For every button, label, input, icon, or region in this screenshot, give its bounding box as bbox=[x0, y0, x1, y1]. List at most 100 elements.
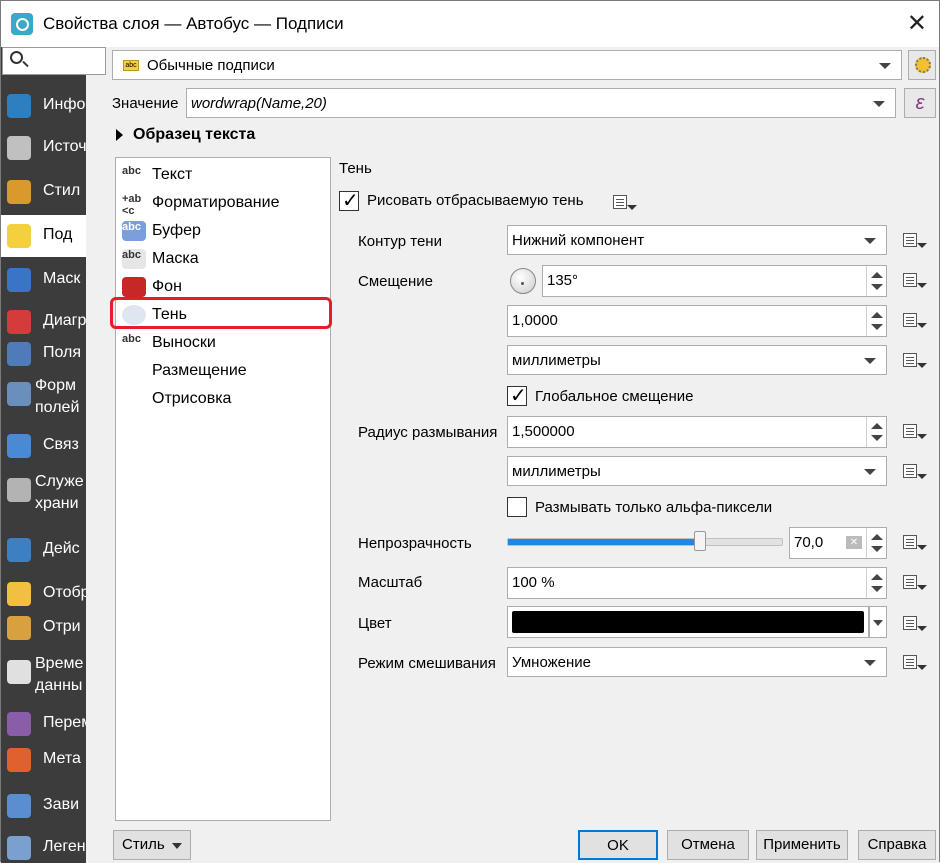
list-item[interactable]: abc Маска bbox=[118, 246, 328, 272]
list-item-icon: abc bbox=[122, 221, 146, 241]
blur-radius-spin[interactable]: 1,500000 bbox=[507, 416, 887, 448]
global-offset-checkbox[interactable] bbox=[507, 383, 527, 408]
blend-mode-combo[interactable]: Умножение bbox=[507, 647, 887, 677]
sidebar-item-9[interactable]: Служе храни bbox=[1, 469, 86, 511]
data-defined-override-icon[interactable] bbox=[901, 571, 927, 595]
sidebar-item-label: Мета bbox=[43, 750, 81, 767]
color-menu-button[interactable] bbox=[869, 606, 887, 638]
opacity-slider-fill bbox=[508, 539, 700, 545]
title-bar: Свойства слоя — Автобус — Подписи ✕ bbox=[1, 1, 939, 47]
style-icon bbox=[7, 180, 31, 204]
value-expression-text: wordwrap(Name,20) bbox=[191, 95, 327, 112]
expression-button[interactable]: ε bbox=[904, 88, 936, 118]
data-defined-override-icon[interactable] bbox=[901, 460, 927, 484]
blur-units-combo[interactable]: миллиметры bbox=[507, 456, 887, 486]
sidebar-item-label: Зави bbox=[43, 796, 79, 813]
sidebar-item-label: Време данны bbox=[35, 655, 84, 693]
rule-settings-button[interactable] bbox=[908, 50, 936, 80]
color-button[interactable] bbox=[507, 606, 869, 638]
sidebar-item-label: Леген bbox=[43, 838, 86, 855]
list-item[interactable]: abc Текст bbox=[118, 162, 328, 188]
sidebar-item-17[interactable]: Леген bbox=[1, 827, 86, 863]
data-defined-override-icon[interactable] bbox=[611, 191, 637, 215]
list-item[interactable]: abc Буфер bbox=[118, 218, 328, 244]
list-item-icon: abc bbox=[122, 249, 146, 269]
offset-angle-spin[interactable]: 135° bbox=[542, 265, 887, 297]
list-item[interactable]: abc Выноски bbox=[118, 330, 328, 356]
sidebar-item-12[interactable]: Отри bbox=[1, 607, 86, 649]
settings-list: abc Текст +ab <c Форматирование abc Буфер abc М… bbox=[115, 157, 331, 821]
list-item-label: Отрисовка bbox=[152, 390, 232, 407]
data-defined-override-icon[interactable] bbox=[901, 269, 927, 293]
list-item-label: Размещение bbox=[152, 362, 247, 379]
sidebar-item-7[interactable]: Форм полей bbox=[1, 373, 86, 415]
value-label: Значение bbox=[112, 95, 179, 112]
opacity-slider[interactable] bbox=[507, 531, 783, 551]
blur-alpha-checkbox[interactable] bbox=[507, 497, 527, 517]
offset-distance-value: 1,0000 bbox=[512, 312, 558, 329]
cancel-button[interactable]: Отмена bbox=[667, 830, 749, 860]
sidebar-item-8[interactable]: Связ bbox=[1, 425, 86, 467]
list-item-label: Текст bbox=[152, 166, 193, 183]
sidebar-item-6[interactable]: Поля bbox=[1, 333, 86, 375]
ok-button[interactable]: OK bbox=[578, 830, 658, 860]
storage-icon bbox=[7, 478, 31, 502]
data-defined-override-icon[interactable] bbox=[901, 229, 927, 253]
blur-radius-value: 1,500000 bbox=[512, 423, 575, 440]
window-title: Свойства слоя — Автобус — Подписи bbox=[43, 14, 344, 33]
clear-icon[interactable]: ✕ bbox=[846, 536, 862, 549]
sidebar-item-16[interactable]: Зави bbox=[1, 785, 86, 827]
list-item[interactable]: +ab <c Форматирование bbox=[118, 190, 328, 217]
scale-spin[interactable]: 100 % bbox=[507, 567, 887, 599]
opacity-slider-handle[interactable] bbox=[693, 531, 706, 551]
draw-shadow-checkbox[interactable] bbox=[339, 188, 359, 213]
opacity-spin[interactable]: 70,0 ✕ bbox=[789, 527, 887, 559]
style-menu-button[interactable]: Стиль bbox=[113, 830, 191, 860]
blur-units-value: миллиметры bbox=[512, 463, 601, 480]
section-title: Тень bbox=[339, 160, 372, 177]
search-input[interactable] bbox=[2, 47, 106, 75]
contour-combo[interactable]: Нижний компонент bbox=[507, 225, 887, 255]
chevron-down-icon bbox=[879, 63, 891, 69]
sidebar-item-2[interactable]: Стил bbox=[1, 171, 86, 213]
dependencies-icon bbox=[7, 794, 31, 818]
sidebar-item-1[interactable]: Источ bbox=[1, 127, 86, 169]
angle-dial[interactable] bbox=[510, 268, 536, 294]
labels-icon: abc bbox=[123, 60, 139, 71]
list-item[interactable]: Отрисовка bbox=[118, 386, 328, 412]
data-defined-override-icon[interactable] bbox=[901, 309, 927, 333]
selection-highlight bbox=[110, 297, 332, 329]
offset-units-combo[interactable]: миллиметры bbox=[507, 345, 887, 375]
value-expression-combo[interactable]: wordwrap(Name,20) bbox=[186, 88, 896, 118]
layer-properties-window: Свойства слоя — Автобус — Подписи ✕ Инфо… bbox=[0, 0, 940, 863]
sample-text-header[interactable]: Образец текста bbox=[133, 126, 255, 144]
list-item-label: Буфер bbox=[152, 222, 201, 239]
data-defined-override-icon[interactable] bbox=[901, 531, 927, 555]
sidebar-item-0[interactable]: Инфо bbox=[1, 85, 86, 127]
qgis-app-icon bbox=[11, 13, 33, 35]
expand-arrow-icon[interactable] bbox=[116, 129, 123, 141]
gear-icon bbox=[915, 57, 931, 73]
sidebar-item-15[interactable]: Мета bbox=[1, 739, 86, 781]
sidebar-item-3[interactable]: Под bbox=[1, 215, 86, 257]
sidebar-item-4[interactable]: Маск bbox=[1, 259, 86, 301]
apply-button[interactable]: Применить bbox=[756, 830, 848, 860]
close-icon[interactable]: ✕ bbox=[907, 9, 927, 38]
sidebar-item-label: Отри bbox=[43, 618, 81, 635]
help-button[interactable]: Справка bbox=[858, 830, 936, 860]
data-defined-override-icon[interactable] bbox=[901, 612, 927, 636]
sidebar-item-13[interactable]: Време данны bbox=[1, 651, 86, 693]
sidebar-item-10[interactable]: Дейс bbox=[1, 529, 86, 571]
label-mode-combo[interactable]: abc Обычные подписи bbox=[112, 50, 902, 80]
main-panel: abc Обычные подписи Значение wordwrap(Na… bbox=[86, 47, 939, 863]
scale-value: 100 % bbox=[512, 574, 555, 591]
data-defined-override-icon[interactable] bbox=[901, 420, 927, 444]
data-defined-override-icon[interactable] bbox=[901, 349, 927, 373]
data-defined-override-icon[interactable] bbox=[901, 651, 927, 675]
offset-distance-spin[interactable]: 1,0000 bbox=[507, 305, 887, 337]
draw-shadow-label: Рисовать отбрасываемую тень bbox=[367, 192, 584, 209]
list-item-icon: abc bbox=[122, 165, 141, 177]
sidebar-item-label: Диагр bbox=[43, 312, 86, 329]
chevron-down-icon bbox=[873, 620, 883, 626]
list-item[interactable]: Размещение bbox=[118, 358, 328, 384]
